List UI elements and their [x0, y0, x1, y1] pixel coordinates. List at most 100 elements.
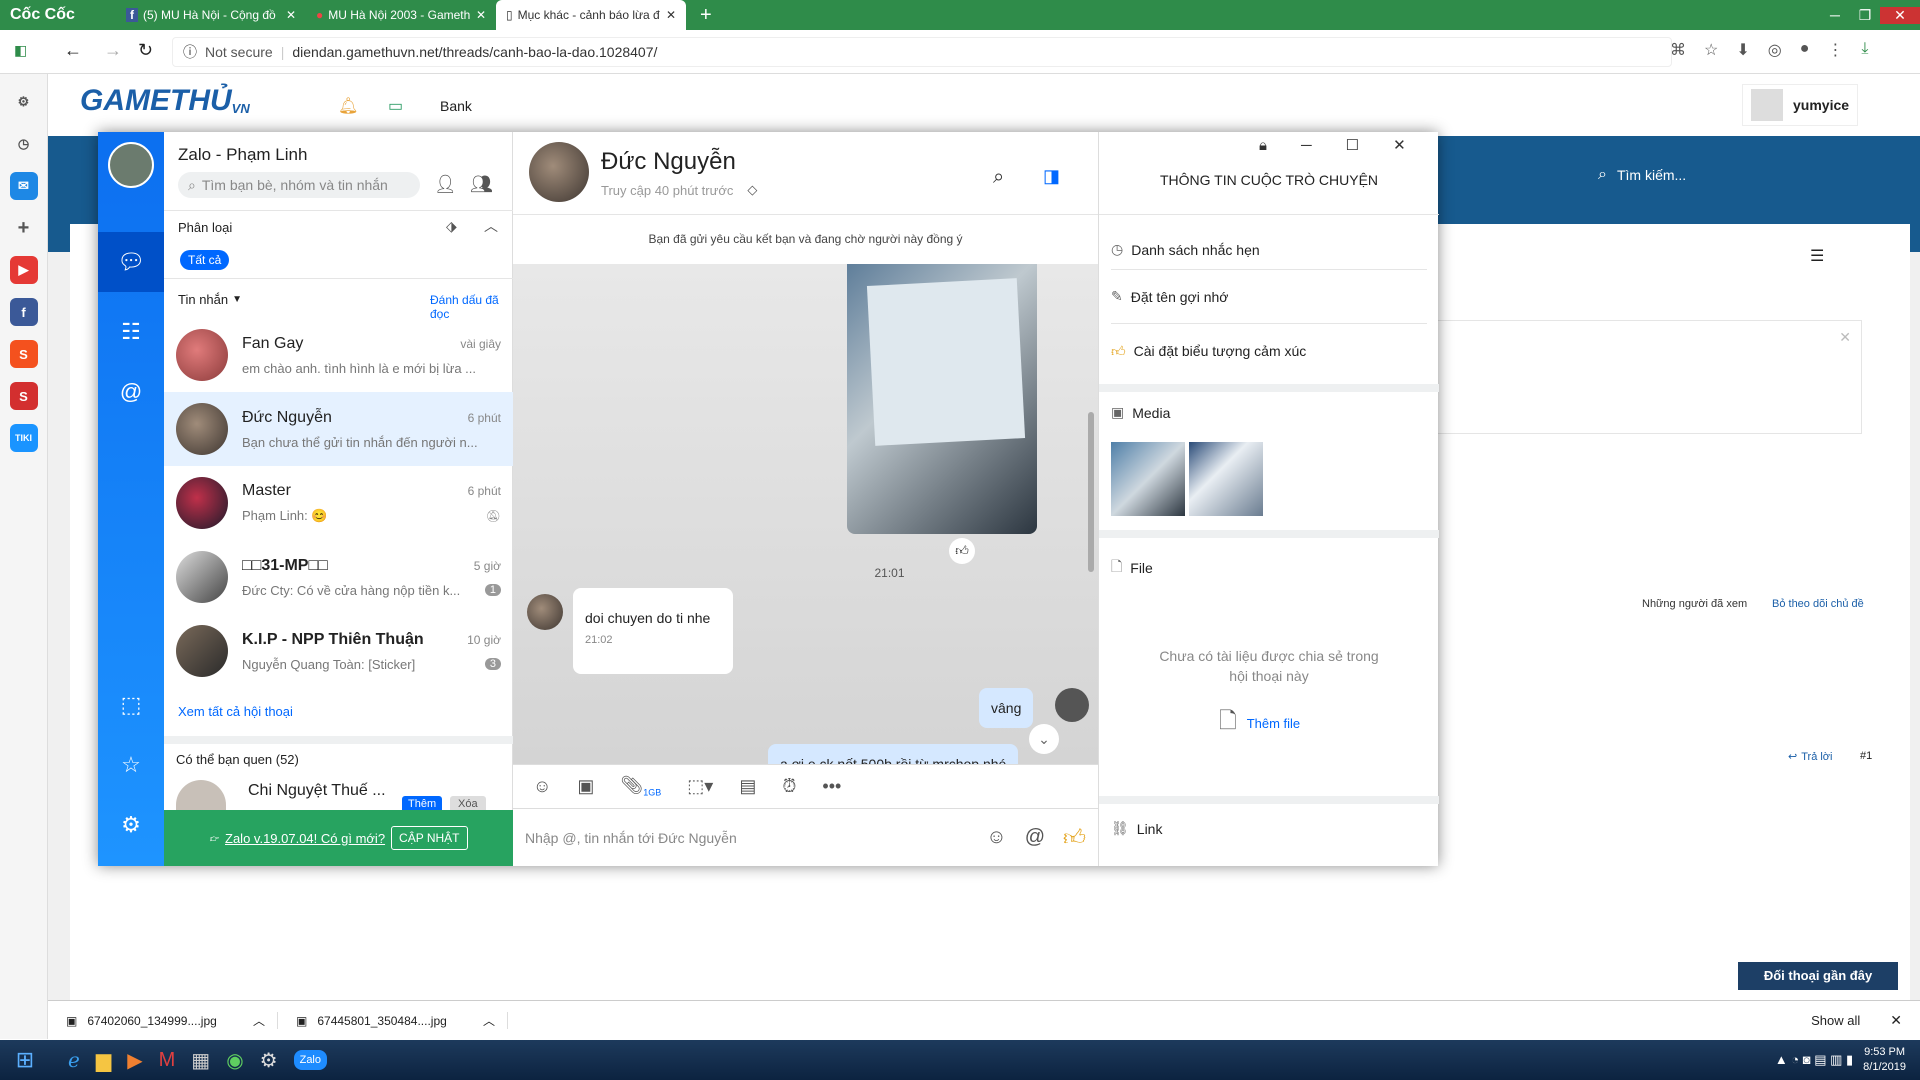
sidebar-toggle-icon[interactable]: ◧	[14, 42, 27, 59]
see-all-link[interactable]: Xem tất cả hội thoại	[178, 704, 293, 719]
profile-icon[interactable]: ●	[1800, 40, 1810, 60]
save-icon[interactable]: ⤓	[1861, 40, 1868, 60]
mention-icon[interactable]: @	[1025, 826, 1045, 849]
clock[interactable]: 9:53 PM 8/1/2019	[1863, 1045, 1906, 1075]
lock-icon[interactable]: 🔒︎	[1259, 137, 1267, 154]
thumbs-up-icon[interactable]: 👍︎	[1063, 824, 1086, 851]
list-item[interactable]: Đức Nguyễn 6 phút Bạn chưa thể gửi tin nh…	[164, 392, 513, 466]
maximize-icon[interactable]: ❐	[1850, 7, 1880, 24]
forward-icon[interactable]: →	[104, 40, 122, 61]
whats-new-link[interactable]: Zalo v.19.07.04! Có gì mới?	[225, 831, 385, 846]
bookmark-star-icon[interactable]: ☆	[1704, 40, 1718, 60]
coccoc-taskbar-icon[interactable]: ◉	[226, 1048, 243, 1073]
bank-link[interactable]: Bank	[440, 98, 472, 114]
chevron-up-icon[interactable]: ︿	[483, 1012, 495, 1029]
contacts-icon[interactable]: ☷	[98, 302, 164, 362]
skip-suggest-button[interactable]: Xóa	[450, 796, 486, 810]
download-item[interactable]: ▣ 67402060_134999....jpg ︿	[48, 1012, 278, 1029]
media-thumbnail[interactable]	[1189, 442, 1263, 516]
scroll-down-icon[interactable]: ⌄	[1029, 724, 1059, 754]
contact-card-icon[interactable]: ▤	[739, 776, 756, 797]
close-icon[interactable]: ✕	[1839, 329, 1851, 346]
network-app-icon[interactable]: ▦	[191, 1048, 210, 1073]
folder-icon[interactable]: ▆	[96, 1048, 111, 1073]
emoji-icon[interactable]: ☺	[986, 826, 1006, 849]
list-item[interactable]: K.I.P - NPP Thiên Thuận 10 giờ Nguyễn Qua…	[164, 614, 513, 688]
close-icon[interactable]: ✕	[1393, 136, 1406, 154]
chat-icon[interactable]: 💬︎	[98, 232, 164, 292]
reload-icon[interactable]: ↻	[138, 40, 153, 61]
translate-icon[interactable]: ⌘	[1670, 40, 1686, 60]
add-file-button[interactable]: 🗋 Thêm file	[1219, 704, 1300, 742]
settings-icon[interactable]: ⚙	[98, 800, 164, 850]
messenger-icon[interactable]: ✉	[9, 172, 38, 200]
create-group-icon[interactable]: 👥︎	[470, 174, 493, 195]
emoji-setting-item[interactable]: 👍︎ Cài đặt biểu tượng cảm xúc	[1111, 324, 1427, 378]
zalo-taskbar-icon[interactable]: Zalo	[293, 1050, 327, 1070]
close-icon[interactable]: ✕	[286, 8, 296, 22]
file-header[interactable]: 🗋 File	[1111, 556, 1153, 580]
sendo-icon[interactable]: S	[9, 382, 38, 410]
screenshot-icon[interactable]: ⬚	[98, 680, 164, 730]
tag-icon[interactable]: ◇	[747, 182, 757, 198]
shopee-icon[interactable]: S	[9, 340, 38, 368]
mark-read-link[interactable]: Đánh dấu đã đọc	[430, 293, 512, 321]
shared-image[interactable]	[847, 264, 1037, 534]
update-button[interactable]: CẬP NHẬT	[391, 826, 468, 850]
mention-icon[interactable]: @	[98, 362, 164, 422]
avatar[interactable]	[108, 142, 154, 188]
image-icon[interactable]: ▣	[577, 776, 594, 797]
chevron-up-icon[interactable]: ︿	[253, 1012, 265, 1029]
start-button[interactable]: ⊞	[0, 1040, 50, 1080]
like-icon[interactable]: 👍︎	[949, 538, 975, 564]
steam-icon[interactable]: ⚙	[260, 1048, 278, 1073]
sticker-icon[interactable]: ☺	[533, 776, 551, 797]
chevron-up-icon[interactable]: ︿	[484, 216, 498, 236]
incoming-message[interactable]: doi chuyen do ti nhe 21:02	[573, 588, 733, 674]
search-icon[interactable]: ⌕	[993, 166, 1004, 189]
search-input[interactable]: ⌕ Tìm bạn bè, nhóm và tin nhắn	[178, 172, 420, 198]
list-item[interactable]: Fan Gay vài giây em chào anh. tình hình l…	[164, 318, 513, 392]
watchers-link[interactable]: Những người đã xem	[1642, 598, 1747, 610]
add-suggest-button[interactable]: Thêm	[402, 796, 443, 810]
reminder-icon[interactable]: ⏰︎	[782, 776, 796, 797]
media-player-icon[interactable]: ▶	[127, 1048, 142, 1073]
tab-mu-hanoi[interactable]: ● MU Hà Nội 2003 - Gameth ✕	[306, 0, 496, 30]
show-all-button[interactable]: Show all	[1811, 1013, 1860, 1028]
download-icon[interactable]: ⬇	[1736, 40, 1749, 60]
tiki-icon[interactable]: TIKI	[9, 424, 38, 452]
menu-icon[interactable]: ⋮	[1827, 40, 1843, 60]
address-bar[interactable]: ⓘ Not secure | diendan.gamethuvn.net/thr…	[172, 37, 1672, 67]
message-input[interactable]: Nhập @, tin nhắn tới Đức Nguyễn ☺ @ 👍︎	[513, 808, 1098, 866]
history-icon[interactable]: ◷	[10, 130, 38, 158]
avatar[interactable]	[529, 142, 589, 202]
reminders-item[interactable]: ◷ Danh sách nhắc hẹn	[1111, 230, 1427, 270]
media-thumbnail[interactable]	[1111, 442, 1185, 516]
extension-icon[interactable]: ◎	[1768, 40, 1782, 60]
list-item[interactable]: Master 6 phút Phạm Linh: 😊 🔕︎	[164, 466, 513, 540]
minimize-icon[interactable]: ─	[1820, 7, 1850, 24]
link-header[interactable]: ⛓ Link	[1111, 820, 1162, 837]
youtube-icon[interactable]: ▶	[9, 256, 38, 284]
mu-game-icon[interactable]: M	[159, 1049, 176, 1072]
facebook-icon[interactable]: f	[9, 298, 38, 326]
outgoing-message[interactable]: vâng	[979, 688, 1034, 728]
add-icon[interactable]: +	[10, 214, 38, 242]
tab-active[interactable]: ▯ Mục khác - cảnh báo lừa đ ✕	[496, 0, 686, 30]
download-item[interactable]: ▣ 67445801_350484....jpg ︿	[278, 1012, 508, 1029]
ie-icon[interactable]: ℯ	[68, 1048, 80, 1073]
money-icon[interactable]: ▭	[388, 96, 403, 116]
site-logo[interactable]: GAMETHỦ VN	[80, 84, 250, 118]
media-header[interactable]: ▣ Media	[1111, 404, 1170, 421]
minimize-icon[interactable]: ─	[1301, 137, 1312, 154]
maximize-icon[interactable]: ☐	[1346, 136, 1359, 154]
unfollow-link[interactable]: Bỏ theo dõi chủ đề	[1772, 598, 1864, 610]
add-friend-icon[interactable]: 👤︎	[434, 174, 457, 195]
menu-icon[interactable]: ☰	[1810, 246, 1824, 266]
outgoing-message[interactable]: a ơi e ck nốt 500b rồi từ mrchop nhé	[768, 744, 1019, 764]
messages-dropdown[interactable]: Tin nhắn ▼	[178, 292, 242, 307]
filter-all-chip[interactable]: Tất cả	[180, 250, 230, 270]
close-icon[interactable]: ✕	[476, 8, 486, 22]
list-item[interactable]: □□31-MP□□ 5 giờ Đức Cty: Có về cửa hàng n…	[164, 540, 513, 614]
star-icon[interactable]: ☆	[98, 740, 164, 790]
